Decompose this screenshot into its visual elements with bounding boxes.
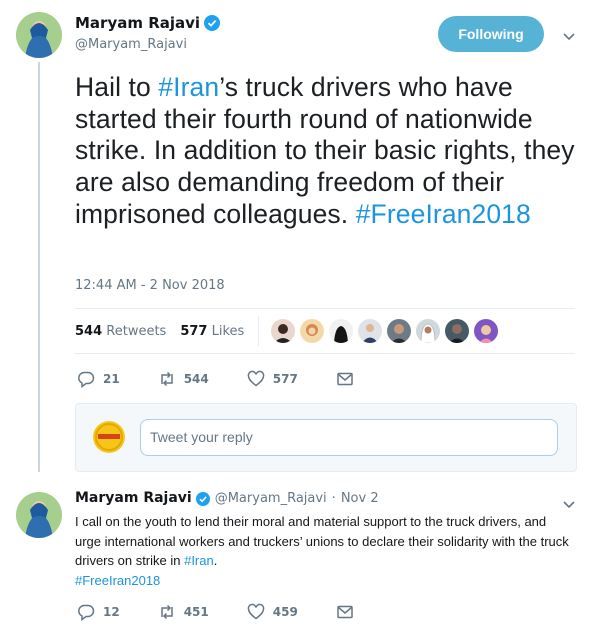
retweet-icon (160, 604, 173, 620)
chevron-down-icon[interactable] (562, 28, 576, 42)
engagement-stats: 544 Retweets 577 Likes (75, 308, 575, 354)
verified-badge-icon (204, 15, 221, 31)
liker-avatar[interactable] (329, 319, 354, 343)
heart-icon (247, 603, 265, 620)
liker-avatar[interactable] (358, 319, 383, 343)
liker-avatar[interactable] (416, 319, 441, 343)
hashtag-link[interactable]: #Iran (158, 72, 219, 102)
retweet-count-stat[interactable]: 544 Retweets (75, 324, 166, 339)
thread-connector-line (38, 62, 40, 472)
envelope-icon (337, 605, 353, 619)
chevron-down-icon[interactable] (562, 496, 576, 510)
stats-divider (258, 316, 260, 346)
like-button[interactable]: 459 (247, 603, 298, 621)
author-handle[interactable]: @Maryam_Rajavi (75, 37, 187, 52)
tweet-actions: 21 544 577 (77, 370, 400, 388)
verified-badge-icon (195, 491, 210, 506)
separator-dot: · (331, 490, 336, 506)
reply-author-name[interactable]: Maryam Rajavi (75, 490, 192, 506)
liker-avatar[interactable] (445, 319, 470, 343)
hashtag-link[interactable]: #FreeIran2018 (75, 573, 160, 588)
like-button[interactable]: 577 (247, 370, 298, 388)
reply-button[interactable]: 21 (77, 370, 120, 388)
hashtag-link[interactable]: #FreeIran2018 (356, 199, 531, 229)
liker-avatar[interactable] (300, 319, 325, 343)
author-name[interactable]: Maryam Rajavi (75, 14, 200, 32)
current-user-avatar[interactable] (93, 421, 125, 453)
hashtag-link[interactable]: #Iran (184, 553, 214, 568)
reply-date[interactable]: Nov 2 (341, 491, 379, 506)
reply-composer: Tweet your reply (75, 403, 577, 472)
retweet-button[interactable]: 451 (158, 603, 209, 621)
reply-icon (78, 371, 95, 388)
reply-icon (78, 604, 95, 621)
author-avatar[interactable] (16, 12, 62, 58)
reply-author-handle[interactable]: @Maryam_Rajavi (215, 491, 327, 506)
liker-avatar[interactable] (474, 319, 499, 343)
tweet-text: Hail to #Iran’s truck drivers who have s… (75, 72, 575, 229)
liker-avatar[interactable] (271, 319, 296, 343)
reply-author-avatar[interactable] (16, 492, 62, 538)
retweet-button[interactable]: 544 (158, 370, 209, 388)
reply-button[interactable]: 12 (77, 603, 120, 621)
tweet-reply-input[interactable]: Tweet your reply (140, 419, 558, 456)
reply-tweet-actions: 12 451 459 (77, 603, 400, 621)
liker-avatar[interactable] (387, 319, 412, 343)
envelope-icon (337, 372, 353, 386)
retweet-icon (160, 371, 173, 387)
direct-message-button[interactable] (336, 370, 362, 388)
tweet-timestamp[interactable]: 12:44 AM - 2 Nov 2018 (75, 278, 225, 293)
like-count-stat[interactable]: 577 Likes (180, 324, 244, 339)
direct-message-button[interactable] (336, 603, 362, 621)
reply-tweet-text: I call on the youth to lend their moral … (75, 514, 569, 588)
heart-icon (247, 370, 265, 387)
following-button[interactable]: Following (438, 16, 544, 52)
